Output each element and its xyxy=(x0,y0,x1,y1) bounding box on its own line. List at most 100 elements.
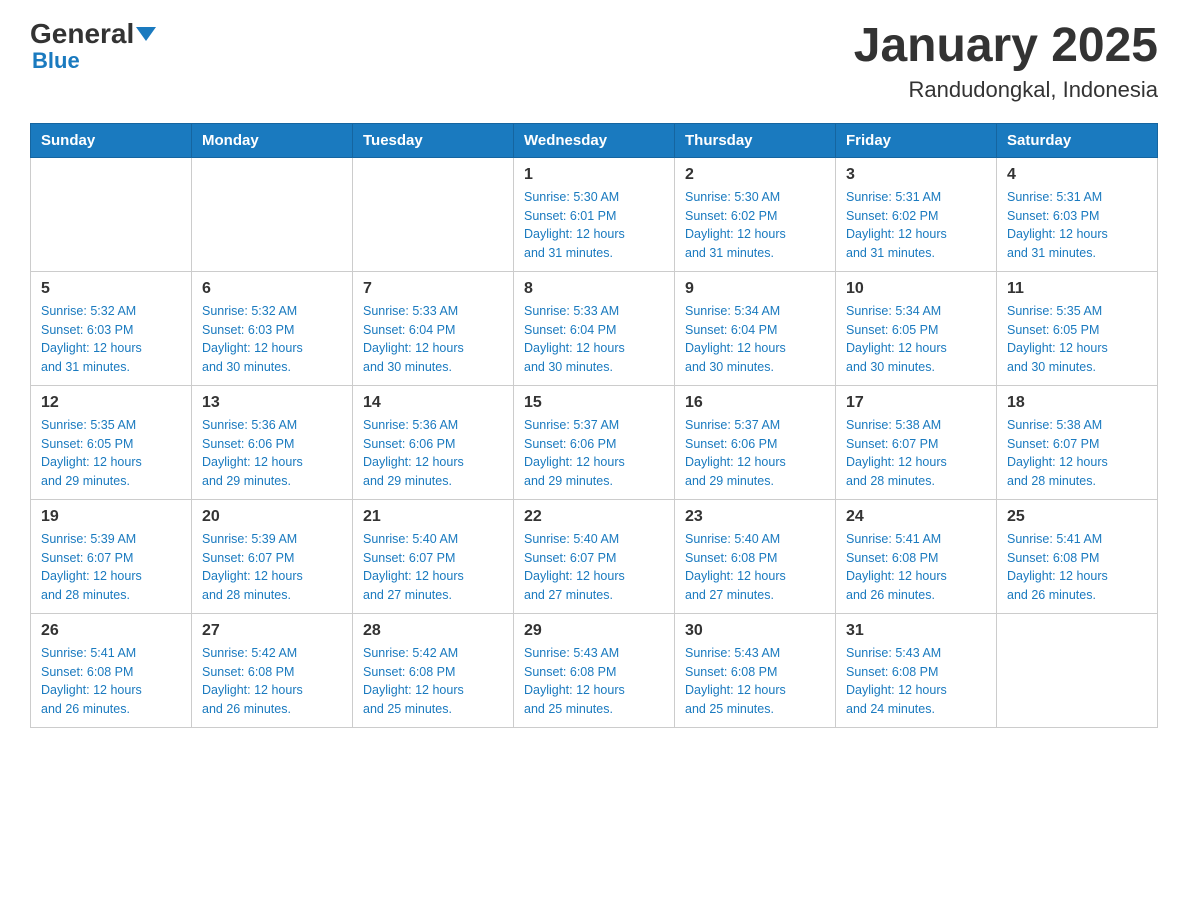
logo-general-text: General xyxy=(30,20,134,48)
logo-blue-text: Blue xyxy=(32,48,80,74)
day-number: 10 xyxy=(846,280,986,298)
day-info: Sunrise: 5:32 AM Sunset: 6:03 PM Dayligh… xyxy=(202,302,342,377)
day-info: Sunrise: 5:37 AM Sunset: 6:06 PM Dayligh… xyxy=(685,416,825,491)
table-row: 26Sunrise: 5:41 AM Sunset: 6:08 PM Dayli… xyxy=(31,613,192,727)
table-row: 22 Sunrise: 5:40 AM Sunset: 6:07 PM Dayli… xyxy=(514,499,675,613)
table-row: 13 Sunrise: 5:36 AM Sunset: 6:06 PM Dayli… xyxy=(192,385,353,499)
table-row: 2 Sunrise: 5:30 AM Sunset: 6:02 PM Daylig… xyxy=(675,157,836,271)
table-row: 25 Sunrise: 5:41 AM Sunset: 6:08 PM Dayli… xyxy=(997,499,1158,613)
calendar-week-3: 12 Sunrise: 5:35 AM Sunset: 6:05 PM Dayli… xyxy=(31,385,1158,499)
day-number: 23 xyxy=(685,508,825,526)
day-info: Sunrise: 5:34 AM Sunset: 6:04 PM Dayligh… xyxy=(685,302,825,377)
day-number: 8 xyxy=(524,280,664,298)
day-info: Sunrise: 5:38 AM Sunset: 6:07 PM Dayligh… xyxy=(846,416,986,491)
day-number: 7 xyxy=(363,280,503,298)
col-sunday: Sunday xyxy=(31,123,192,157)
table-row: 23 Sunrise: 5:40 AM Sunset: 6:08 PM Dayli… xyxy=(675,499,836,613)
col-saturday: Saturday xyxy=(997,123,1158,157)
table-row xyxy=(353,157,514,271)
day-info: Sunrise: 5:37 AM Sunset: 6:06 PM Dayligh… xyxy=(524,416,664,491)
table-row xyxy=(31,157,192,271)
table-row: 4Sunrise: 5:31 AM Sunset: 6:03 PM Daylig… xyxy=(997,157,1158,271)
day-info: Sunrise: 5:30 AM Sunset: 6:01 PM Dayligh… xyxy=(524,188,664,263)
day-info: Sunrise: 5:40 AM Sunset: 6:07 PM Dayligh… xyxy=(524,530,664,605)
day-number: 5 xyxy=(41,280,181,298)
table-row: 18 Sunrise: 5:38 AM Sunset: 6:07 PM Dayli… xyxy=(997,385,1158,499)
calendar-location: Randudongkal, Indonesia xyxy=(854,77,1158,103)
day-info: Sunrise: 5:38 AM Sunset: 6:07 PM Dayligh… xyxy=(1007,416,1147,491)
day-number: 15 xyxy=(524,394,664,412)
table-row: 30Sunrise: 5:43 AM Sunset: 6:08 PM Dayli… xyxy=(675,613,836,727)
day-info: Sunrise: 5:40 AM Sunset: 6:07 PM Dayligh… xyxy=(363,530,503,605)
day-number: 17 xyxy=(846,394,986,412)
day-info: Sunrise: 5:41 AM Sunset: 6:08 PM Dayligh… xyxy=(1007,530,1147,605)
day-info: Sunrise: 5:31 AM Sunset: 6:02 PM Dayligh… xyxy=(846,188,986,263)
col-wednesday: Wednesday xyxy=(514,123,675,157)
day-info: Sunrise: 5:41 AM Sunset: 6:08 PM Dayligh… xyxy=(846,530,986,605)
col-thursday: Thursday xyxy=(675,123,836,157)
table-row: 7 Sunrise: 5:33 AM Sunset: 6:04 PM Daylig… xyxy=(353,271,514,385)
day-info: Sunrise: 5:35 AM Sunset: 6:05 PM Dayligh… xyxy=(41,416,181,491)
calendar-week-1: 1 Sunrise: 5:30 AM Sunset: 6:01 PM Daylig… xyxy=(31,157,1158,271)
day-number: 22 xyxy=(524,508,664,526)
table-row: 19 Sunrise: 5:39 AM Sunset: 6:07 PM Dayli… xyxy=(31,499,192,613)
title-block: January 2025 Randudongkal, Indonesia xyxy=(854,20,1158,103)
day-number: 16 xyxy=(685,394,825,412)
col-friday: Friday xyxy=(836,123,997,157)
day-number: 4 xyxy=(1007,166,1147,184)
day-info: Sunrise: 5:32 AM Sunset: 6:03 PM Dayligh… xyxy=(41,302,181,377)
day-info: Sunrise: 5:30 AM Sunset: 6:02 PM Dayligh… xyxy=(685,188,825,263)
day-number: 25 xyxy=(1007,508,1147,526)
table-row: 29Sunrise: 5:43 AM Sunset: 6:08 PM Dayli… xyxy=(514,613,675,727)
day-number: 26 xyxy=(41,622,181,640)
day-number: 9 xyxy=(685,280,825,298)
table-row xyxy=(192,157,353,271)
table-row: 3 Sunrise: 5:31 AM Sunset: 6:02 PM Daylig… xyxy=(836,157,997,271)
day-info: Sunrise: 5:33 AM Sunset: 6:04 PM Dayligh… xyxy=(363,302,503,377)
col-tuesday: Tuesday xyxy=(353,123,514,157)
day-info: Sunrise: 5:35 AM Sunset: 6:05 PM Dayligh… xyxy=(1007,302,1147,377)
table-row: 17 Sunrise: 5:38 AM Sunset: 6:07 PM Dayli… xyxy=(836,385,997,499)
day-number: 1 xyxy=(524,166,664,184)
table-row: 8 Sunrise: 5:33 AM Sunset: 6:04 PM Daylig… xyxy=(514,271,675,385)
table-row: 12 Sunrise: 5:35 AM Sunset: 6:05 PM Dayli… xyxy=(31,385,192,499)
day-info: Sunrise: 5:43 AM Sunset: 6:08 PM Dayligh… xyxy=(685,644,825,719)
day-number: 2 xyxy=(685,166,825,184)
calendar-title: January 2025 xyxy=(854,20,1158,73)
table-row: 9 Sunrise: 5:34 AM Sunset: 6:04 PM Daylig… xyxy=(675,271,836,385)
logo-arrow-icon xyxy=(136,27,156,41)
table-row: 31Sunrise: 5:43 AM Sunset: 6:08 PM Dayli… xyxy=(836,613,997,727)
table-row: 5 Sunrise: 5:32 AM Sunset: 6:03 PM Daylig… xyxy=(31,271,192,385)
table-row: 27Sunrise: 5:42 AM Sunset: 6:08 PM Dayli… xyxy=(192,613,353,727)
day-number: 31 xyxy=(846,622,986,640)
day-number: 29 xyxy=(524,622,664,640)
page-header: General Blue January 2025 Randudongkal, … xyxy=(30,20,1158,103)
day-number: 18 xyxy=(1007,394,1147,412)
day-info: Sunrise: 5:33 AM Sunset: 6:04 PM Dayligh… xyxy=(524,302,664,377)
day-info: Sunrise: 5:40 AM Sunset: 6:08 PM Dayligh… xyxy=(685,530,825,605)
table-row: 14Sunrise: 5:36 AM Sunset: 6:06 PM Dayli… xyxy=(353,385,514,499)
day-number: 21 xyxy=(363,508,503,526)
calendar-table: Sunday Monday Tuesday Wednesday Thursday… xyxy=(30,123,1158,728)
table-row: 11 Sunrise: 5:35 AM Sunset: 6:05 PM Dayli… xyxy=(997,271,1158,385)
table-row: 21 Sunrise: 5:40 AM Sunset: 6:07 PM Dayli… xyxy=(353,499,514,613)
table-row: 1 Sunrise: 5:30 AM Sunset: 6:01 PM Daylig… xyxy=(514,157,675,271)
day-number: 24 xyxy=(846,508,986,526)
day-number: 27 xyxy=(202,622,342,640)
table-row: 15 Sunrise: 5:37 AM Sunset: 6:06 PM Dayli… xyxy=(514,385,675,499)
table-row: 24 Sunrise: 5:41 AM Sunset: 6:08 PM Dayli… xyxy=(836,499,997,613)
day-number: 3 xyxy=(846,166,986,184)
table-row: 28 Sunrise: 5:42 AM Sunset: 6:08 PM Dayli… xyxy=(353,613,514,727)
day-info: Sunrise: 5:36 AM Sunset: 6:06 PM Dayligh… xyxy=(202,416,342,491)
day-number: 28 xyxy=(363,622,503,640)
day-number: 12 xyxy=(41,394,181,412)
day-number: 20 xyxy=(202,508,342,526)
day-number: 13 xyxy=(202,394,342,412)
calendar-week-5: 26Sunrise: 5:41 AM Sunset: 6:08 PM Dayli… xyxy=(31,613,1158,727)
day-number: 6 xyxy=(202,280,342,298)
day-info: Sunrise: 5:39 AM Sunset: 6:07 PM Dayligh… xyxy=(41,530,181,605)
logo: General Blue xyxy=(30,20,156,74)
day-number: 11 xyxy=(1007,280,1147,298)
day-number: 19 xyxy=(41,508,181,526)
day-info: Sunrise: 5:42 AM Sunset: 6:08 PM Dayligh… xyxy=(363,644,503,719)
